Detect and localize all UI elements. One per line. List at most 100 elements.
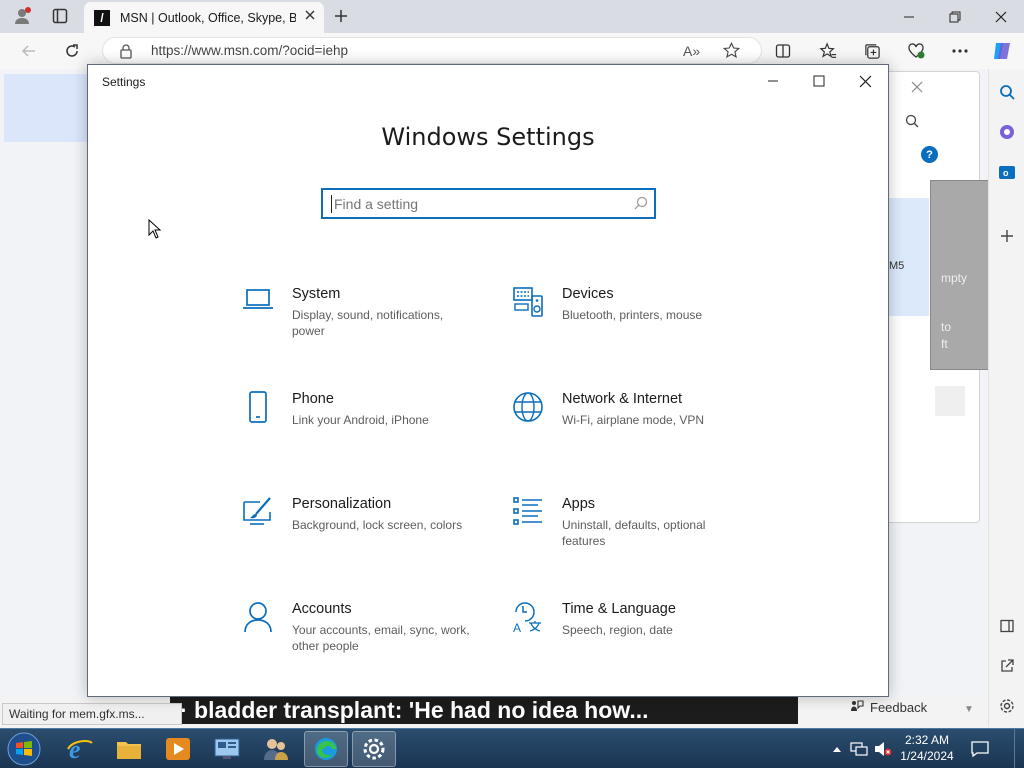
- sidebar-panel-icon[interactable]: [994, 613, 1020, 639]
- feedback-label: Feedback: [870, 700, 928, 715]
- taskbar-explorer-icon[interactable]: [107, 731, 151, 767]
- tab-actions-icon[interactable]: [47, 4, 73, 28]
- category-name: Devices: [562, 286, 614, 302]
- scroll-down-icon[interactable]: ▼: [964, 704, 974, 715]
- category-system[interactable]: System Display, sound, notifications, po…: [242, 286, 472, 356]
- show-desktop-button[interactable]: [1014, 729, 1024, 768]
- category-desc: Background, lock screen, colors: [292, 518, 463, 532]
- profile-icon[interactable]: [9, 4, 35, 28]
- settings-window-title: Settings: [102, 75, 146, 89]
- laptop-icon: [242, 286, 274, 320]
- settings-more-icon[interactable]: [947, 39, 973, 63]
- volume-muted-icon[interactable]: [874, 740, 892, 758]
- browser-tab-bar: / MSN | Outlook, Office, Skype, Bing: [0, 0, 1024, 33]
- taskbar-media-player-icon[interactable]: [156, 731, 200, 767]
- mouse-cursor-icon: [148, 218, 162, 244]
- panel-search-icon[interactable]: [905, 114, 919, 133]
- category-name: System: [292, 286, 341, 302]
- panel-close-icon[interactable]: [911, 80, 923, 98]
- back-icon[interactable]: [16, 39, 42, 63]
- news-ticker[interactable]: · bladder transplant: 'He had no idea ho…: [170, 697, 798, 724]
- clock[interactable]: 2:32 AM 1/24/2024: [896, 732, 958, 764]
- refresh-icon[interactable]: [59, 39, 85, 63]
- taskbar-users-icon[interactable]: [254, 731, 298, 767]
- settings-maximize-icon[interactable]: [796, 65, 842, 97]
- taskbar: e 2:32 AM 1/24/2024: [0, 728, 1024, 768]
- taskbar-edge-icon[interactable]: [304, 731, 348, 767]
- category-desc: Display, sound, notifications, power: [292, 308, 444, 338]
- tab-msn[interactable]: / MSN | Outlook, Office, Skype, Bing: [84, 2, 324, 33]
- favorite-star-icon[interactable]: [722, 41, 741, 64]
- sidebar-external-link-icon[interactable]: [994, 653, 1020, 679]
- svg-text:A: A: [513, 621, 521, 633]
- partial-text-m5: M5: [889, 260, 905, 272]
- category-desc: Link your Android, iPhone: [292, 413, 429, 427]
- settings-minimize-icon[interactable]: [750, 65, 796, 97]
- svg-text:e: e: [69, 735, 81, 763]
- settings-close-icon[interactable]: [842, 65, 888, 97]
- panel-button[interactable]: [935, 386, 965, 416]
- settings-window: Settings Windows Settings System Display…: [87, 64, 889, 697]
- partial-text-empty: mpty: [941, 271, 968, 285]
- category-name: Network & Internet: [562, 391, 683, 407]
- sidebar-outlook-icon[interactable]: o: [994, 159, 1020, 185]
- search-input[interactable]: [331, 195, 621, 213]
- category-desc: Bluetooth, printers, mouse: [562, 308, 703, 322]
- phone-icon: [242, 391, 274, 425]
- category-desc: Uninstall, defaults, optional features: [562, 518, 706, 548]
- search-box[interactable]: [321, 188, 656, 219]
- category-accounts[interactable]: Accounts Your accounts, email, sync, wor…: [242, 601, 472, 671]
- msn-favicon-icon: /: [94, 9, 110, 26]
- network-icon[interactable]: [850, 740, 868, 758]
- category-time-language[interactable]: A Time & Language Speech, region, date: [512, 601, 742, 671]
- collections-icon[interactable]: [859, 39, 885, 63]
- category-personalization[interactable]: Personalization Background, lock screen,…: [242, 496, 472, 566]
- notification-icon[interactable]: [962, 736, 998, 762]
- favorites-icon[interactable]: [815, 39, 841, 63]
- url-text[interactable]: https://www.msn.com/?ocid=iehp: [151, 43, 348, 58]
- sidebar-add-icon[interactable]: [994, 223, 1020, 249]
- category-name: Phone: [292, 391, 334, 407]
- sidebar-settings-icon[interactable]: [994, 693, 1020, 719]
- category-devices[interactable]: Devices Bluetooth, printers, mouse: [512, 286, 742, 356]
- new-tab-icon[interactable]: [328, 4, 354, 28]
- time-language-icon: A: [512, 601, 544, 635]
- category-network[interactable]: Network & Internet Wi-Fi, airplane mode,…: [512, 391, 742, 461]
- status-bar: Waiting for mem.gfx.ms...: [2, 703, 182, 725]
- browser-restore-icon[interactable]: [932, 0, 978, 33]
- feedback-button[interactable]: Feedback: [850, 699, 927, 716]
- taskbar-settings-icon[interactable]: [352, 731, 396, 767]
- category-apps[interactable]: Apps Uninstall, defaults, optional featu…: [512, 496, 742, 566]
- browser-essentials-icon[interactable]: [903, 39, 929, 63]
- apps-list-icon: [512, 496, 544, 530]
- split-screen-icon[interactable]: [770, 39, 796, 63]
- start-button[interactable]: [4, 730, 44, 768]
- svg-text:o: o: [1003, 168, 1009, 178]
- tab-title: MSN | Outlook, Office, Skype, Bing: [120, 10, 296, 25]
- search-icon[interactable]: [634, 196, 648, 215]
- browser-minimize-icon[interactable]: [886, 0, 932, 33]
- page-title: Windows Settings: [381, 123, 595, 151]
- sidebar-search-icon[interactable]: [994, 79, 1020, 105]
- read-aloud-icon[interactable]: A»: [683, 43, 700, 59]
- address-bar[interactable]: https://www.msn.com/?ocid=iehp A»: [102, 37, 762, 64]
- page-banner: [4, 74, 92, 142]
- help-icon[interactable]: ?: [921, 146, 938, 163]
- lock-icon[interactable]: [119, 43, 133, 64]
- category-name: Time & Language: [562, 601, 676, 617]
- category-name: Accounts: [292, 601, 352, 617]
- category-desc: Speech, region, date: [562, 623, 673, 637]
- taskbar-control-panel-icon[interactable]: [205, 731, 249, 767]
- tray-overflow-icon[interactable]: [828, 740, 846, 758]
- copilot-icon[interactable]: [989, 39, 1015, 63]
- feedback-icon: [850, 699, 864, 716]
- taskbar-ie-icon[interactable]: e: [58, 731, 102, 767]
- category-name: Apps: [562, 496, 596, 512]
- sidebar-copilot-icon[interactable]: [994, 119, 1020, 145]
- partial-text-ft: ft: [941, 337, 948, 351]
- partial-text-to: to: [941, 320, 952, 334]
- clock-time: 2:32 AM: [904, 733, 950, 747]
- tab-close-icon[interactable]: [304, 9, 316, 24]
- category-phone[interactable]: Phone Link your Android, iPhone: [242, 391, 472, 461]
- browser-close-icon[interactable]: [978, 0, 1024, 33]
